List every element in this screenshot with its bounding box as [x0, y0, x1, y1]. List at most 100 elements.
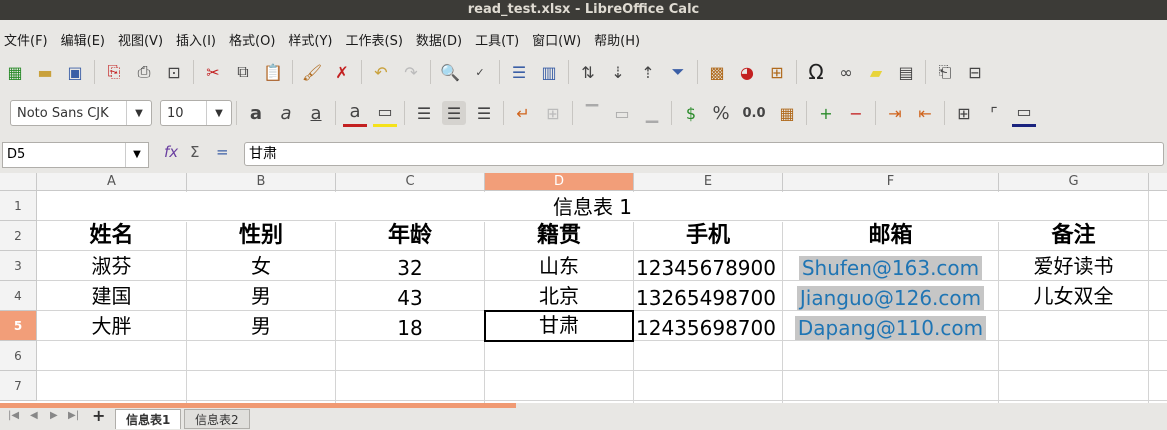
clear-format-icon[interactable]: ✗ [330, 60, 354, 84]
print-preview-icon[interactable]: ⊡ [162, 60, 186, 84]
menu-tools[interactable]: 工具(T) [475, 30, 519, 49]
align-left-icon[interactable]: ☰ [412, 101, 436, 125]
cell-a3[interactable]: 淑芬 [37, 251, 186, 281]
percent-button[interactable]: % [709, 101, 733, 125]
cell-e4[interactable]: 13265498700 [636, 283, 782, 313]
hyperlink-icon[interactable]: ∞ [834, 60, 858, 84]
menu-view[interactable]: 视图(V) [118, 30, 163, 49]
border-style-icon[interactable]: ⌜ [982, 101, 1006, 125]
cell-f4[interactable]: Jianguo@126.com [783, 283, 998, 313]
chevron-down-icon[interactable]: ▼ [206, 101, 231, 125]
align-middle-icon[interactable]: ▭ [610, 101, 634, 125]
open-icon[interactable]: ▬ [33, 60, 57, 84]
row-header-3[interactable]: 3 [0, 251, 37, 281]
spreadsheet-grid[interactable]: A B C D E F G 1 2 3 4 5 6 7 信息表 1 姓名 性别 … [0, 173, 1167, 403]
name-box[interactable]: D5 ▼ [2, 142, 149, 168]
column-icon[interactable]: ▥ [537, 60, 561, 84]
cell-c3[interactable]: 32 [336, 253, 484, 283]
align-top-icon[interactable]: ▔ [580, 101, 604, 125]
menu-data[interactable]: 数据(D) [416, 30, 462, 49]
cell-b5[interactable]: 男 [187, 311, 335, 341]
header-cell-name[interactable]: 姓名 [37, 221, 186, 251]
select-all-corner[interactable] [0, 173, 37, 191]
menu-edit[interactable]: 编辑(E) [61, 30, 105, 49]
header-cell-email[interactable]: 邮箱 [783, 221, 998, 251]
sheet-tab-1[interactable]: 信息表1 [115, 409, 182, 429]
cell-g3[interactable]: 爱好读书 [999, 251, 1148, 281]
font-size-box[interactable]: 10 ▼ [160, 100, 232, 126]
borders-icon[interactable]: ⊞ [952, 101, 976, 125]
comment-icon[interactable]: ▰ [864, 60, 888, 84]
autofilter-icon[interactable]: ⏷ [666, 60, 690, 84]
merge-cells-icon[interactable]: ⊞ [541, 101, 565, 125]
highlight-color-icon[interactable]: ▭ [373, 100, 397, 127]
redo-icon[interactable]: ↷ [399, 60, 423, 84]
font-name-box[interactable]: Noto Sans CJK ▼ [10, 100, 152, 126]
header-cell-gender[interactable]: 性别 [187, 221, 335, 251]
border-color-icon[interactable]: ▭ [1012, 100, 1036, 127]
row-header-4[interactable]: 4 [0, 281, 37, 311]
find-replace-icon[interactable]: 🔍 [438, 60, 462, 84]
wrap-text-icon[interactable]: ↵ [511, 101, 535, 125]
next-sheet-icon[interactable]: ▶ [50, 410, 58, 421]
sort-descending-icon[interactable]: ⇡ [636, 60, 660, 84]
sort-ascending-icon[interactable]: ⇣ [606, 60, 630, 84]
cell-g4[interactable]: 儿女双全 [999, 281, 1148, 311]
row-header-7[interactable]: 7 [0, 371, 37, 401]
prev-sheet-icon[interactable]: ◀ [30, 410, 38, 421]
header-cell-notes[interactable]: 备注 [999, 221, 1148, 251]
header-footer-icon[interactable]: ▤ [894, 60, 918, 84]
column-header-a[interactable]: A [37, 173, 187, 191]
menu-sheet[interactable]: 工作表(S) [346, 30, 403, 49]
cell-b4[interactable]: 男 [187, 281, 335, 311]
chevron-down-icon[interactable]: ▼ [125, 143, 148, 167]
menu-window[interactable]: 窗口(W) [532, 30, 581, 49]
sheet-tab-2[interactable]: 信息表2 [184, 409, 250, 429]
cell-c4[interactable]: 43 [336, 283, 484, 313]
cell-a4[interactable]: 建国 [37, 281, 186, 311]
cell-c5[interactable]: 18 [336, 313, 484, 343]
cell-d4[interactable]: 北京 [485, 281, 633, 311]
formula-input[interactable]: 甘肃 [244, 142, 1164, 166]
first-sheet-icon[interactable]: |◀ [8, 410, 19, 421]
align-right-icon[interactable]: ☰ [472, 101, 496, 125]
number-format-button[interactable]: 0.0 [739, 101, 769, 125]
row-icon[interactable]: ☰ [507, 60, 531, 84]
sum-icon[interactable]: Σ [190, 143, 199, 161]
delete-decimal-icon[interactable]: − [844, 101, 868, 125]
decrease-indent-icon[interactable]: ⇤ [913, 101, 937, 125]
cell-f5[interactable]: Dapang@110.com [783, 313, 998, 343]
pivot-table-icon[interactable]: ⊞ [765, 60, 789, 84]
export-pdf-icon[interactable]: ⎘ [102, 60, 126, 84]
chart-icon[interactable]: ◕ [735, 60, 759, 84]
menu-format[interactable]: 格式(O) [229, 30, 275, 49]
print-icon[interactable]: ⎙ [132, 60, 156, 84]
date-icon[interactable]: ▦ [775, 101, 799, 125]
cell-e3[interactable]: 12345678900 [636, 253, 782, 283]
paste-icon[interactable]: 📋 [261, 60, 285, 84]
menu-insert[interactable]: 插入(I) [176, 30, 216, 49]
align-center-icon[interactable]: ☰ [442, 101, 466, 125]
spelling-icon[interactable]: ✓ [468, 60, 492, 84]
row-header-2[interactable]: 2 [0, 221, 37, 251]
special-character-icon[interactable]: Ω [804, 60, 828, 84]
increase-indent-icon[interactable]: ⇥ [883, 101, 907, 125]
column-header-d[interactable]: D [485, 173, 634, 191]
menu-help[interactable]: 帮助(H) [594, 30, 640, 49]
undo-icon[interactable]: ↶ [369, 60, 393, 84]
copy-icon[interactable]: ⧉ [231, 60, 255, 84]
column-header-g[interactable]: G [999, 173, 1149, 191]
underline-icon[interactable]: a [304, 101, 328, 125]
image-icon[interactable]: ▩ [705, 60, 729, 84]
horizontal-scrollbar[interactable] [0, 403, 516, 408]
bold-icon[interactable]: a [244, 101, 268, 125]
column-header-e[interactable]: E [634, 173, 783, 191]
cell-b3[interactable]: 女 [187, 251, 335, 281]
column-header-b[interactable]: B [187, 173, 336, 191]
add-decimal-icon[interactable]: + [814, 101, 838, 125]
align-bottom-icon[interactable]: ▁ [640, 101, 664, 125]
header-cell-origin[interactable]: 籍贯 [485, 221, 633, 251]
cell-g5[interactable] [999, 311, 1148, 341]
currency-icon[interactable]: $ [679, 101, 703, 125]
cell-d3[interactable]: 山东 [485, 251, 633, 281]
